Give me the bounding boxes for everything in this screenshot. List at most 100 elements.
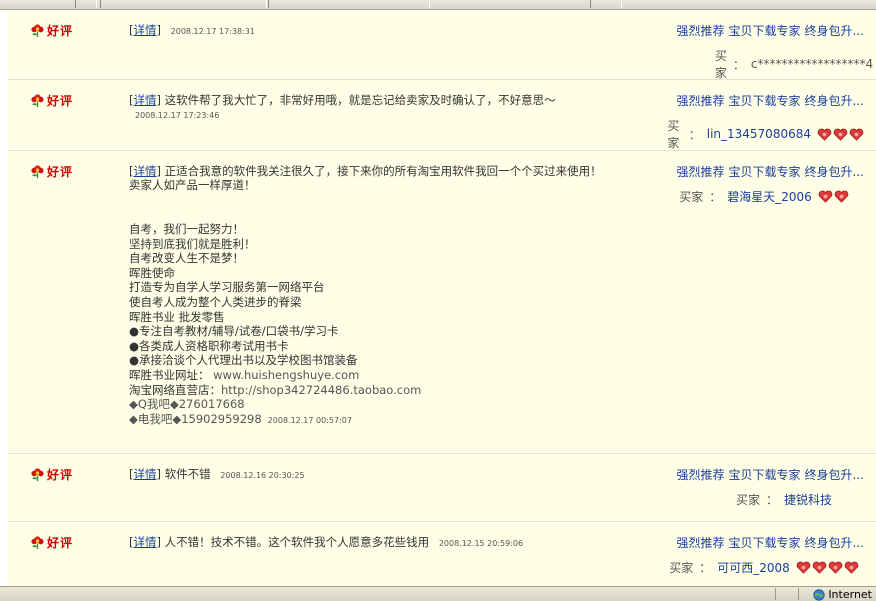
recommend-link[interactable]: 强烈推荐: [677, 94, 725, 108]
buyer-name-link[interactable]: 捷锐科技: [784, 491, 832, 508]
promo-links: 强烈推荐 宝贝下载专家 终身包升...: [664, 163, 864, 180]
detail-link[interactable]: 详情: [134, 93, 157, 107]
signature-line: ●专注自考教材/辅导/试卷/口袋书/学习卡: [129, 324, 339, 339]
signature-line: 使自考人成为整个人类进步的脊梁: [129, 294, 302, 309]
buyer-name-link[interactable]: 可可西_2008: [717, 559, 790, 576]
buyer-name-link[interactable]: lin_13457080684: [707, 127, 811, 141]
buyer-info: 强烈推荐 宝贝下载专家 终身包升... 买家 ： 可可西_2008: [664, 534, 864, 576]
phone-contact: ◆电我吧◆15902959298: [129, 411, 262, 426]
tab[interactable]: [75, 0, 97, 8]
recommend-link[interactable]: 强烈推荐: [677, 536, 725, 550]
download-expert-link[interactable]: 宝贝下载专家: [729, 94, 801, 108]
review-row: 好评 [详情] 软件不错 2008.12.16 20:30:25 强烈推荐 宝贝下…: [8, 454, 876, 522]
review-row: 好评 [详情] 2008.12.17 17:38:31 强烈推荐 宝贝下载专家 终身…: [8, 10, 876, 80]
promo-links: 强烈推荐 宝贝下载专家 终身包升...: [664, 92, 864, 109]
lifetime-upgrade-link[interactable]: 终身包升...: [805, 94, 864, 108]
red-flower-icon: [31, 536, 44, 550]
buyer-info: 强烈推荐 宝贝下载专家 终身包升... 买家 ： lin_13457080684: [664, 92, 864, 151]
review-row: 好评 [详情] 这软件帮了我大忙了，非常好用哦，就是忘记给卖家及时确认了，不好意…: [8, 80, 876, 151]
credit-hearts: [817, 128, 864, 141]
rating-label: 好评: [47, 468, 74, 482]
buyer-info: 强烈推荐 宝贝下载专家 终身包升... 买家 ： 碧海星天_2006: [664, 163, 864, 205]
lifetime-upgrade-link[interactable]: 终身包升...: [805, 468, 864, 482]
buyer-name-link[interactable]: 碧海星天_2006: [727, 188, 812, 205]
heart-icon: [844, 561, 859, 574]
red-flower-icon: [31, 24, 44, 38]
signature-line: 打造专为自学人学习服务第一网络平台: [129, 280, 325, 295]
positive-rating: 好评: [30, 466, 73, 483]
tab[interactable]: [100, 0, 267, 8]
red-flower-icon: [31, 468, 44, 482]
browser-tab-strip: [0, 0, 876, 10]
shop-line: 淘宝网络直营店：http://shop342724486.taobao.com: [129, 383, 605, 398]
download-expert-link[interactable]: 宝贝下载专家: [729, 536, 801, 550]
review-date: 2008.12.17 17:38:31: [170, 27, 255, 36]
status-divider: [798, 588, 799, 600]
signature-line: 坚持到底我们就是胜利！: [129, 236, 256, 251]
promo-links: 强烈推荐 宝贝下载专家 终身包升...: [664, 466, 864, 483]
security-zone: Internet: [813, 588, 872, 601]
buyer-label: 买家: [667, 119, 680, 150]
shop-url: http://shop342724486.taobao.com: [221, 382, 422, 397]
credit-hearts: [796, 561, 859, 574]
buyer-label: 买家: [735, 493, 760, 507]
status-bar: Internet: [0, 586, 876, 601]
buyer-colon: ：: [709, 190, 722, 204]
signature-line: 晖胜书业 批发零售: [129, 309, 225, 324]
review-comment: [详情] 2008.12.17 17:38:31: [129, 23, 255, 37]
buyer-info: 强烈推荐 宝贝下载专家 终身包升... 买家 ： 捷锐科技: [664, 466, 864, 508]
seller-signature: 自考，我们一起努力！ 坚持到底我们就是胜利！ 自考改变人生不是梦！ 晖胜使命 打…: [129, 222, 605, 428]
tab[interactable]: [590, 0, 622, 8]
review-text: 人不错！技术不错。这个软件我个人愿意多花些钱用: [164, 535, 430, 549]
download-expert-link[interactable]: 宝贝下载专家: [729, 165, 801, 179]
buyer-label: 买家: [714, 49, 727, 80]
promo-links: 强烈推荐 宝贝下载专家 终身包升...: [664, 22, 864, 39]
website-label: 晖胜书业网址：: [129, 367, 210, 382]
detail-link[interactable]: 详情: [134, 23, 157, 37]
review-text: 软件不错: [164, 467, 211, 481]
review-comment: [详情] 人不错！技术不错。这个软件我个人愿意多花些钱用 2008.12.15 …: [129, 535, 524, 549]
phone-line: ◆电我吧◆15902959298 2008.12.17 00:57:07: [129, 412, 605, 429]
recommend-link[interactable]: 强烈推荐: [677, 165, 725, 179]
credit-hearts: [818, 190, 849, 203]
buyer-label: 买家: [669, 561, 694, 575]
buyer-colon: ：: [765, 493, 778, 507]
heart-icon: [849, 128, 864, 141]
lifetime-upgrade-link[interactable]: 终身包升...: [805, 536, 864, 550]
positive-rating: 好评: [30, 534, 73, 551]
recommend-link[interactable]: 强烈推荐: [677, 24, 725, 38]
review-text: 这软件帮了我大忙了，非常好用哦，就是忘记给卖家及时确认了，不好意思～: [164, 93, 556, 107]
detail-link[interactable]: 详情: [134, 164, 157, 178]
review-date: 2008.12.15 20:59:06: [438, 539, 524, 548]
review-row: 好评 [详情] 人不错！技术不错。这个软件我个人愿意多花些钱用 2008.12.…: [8, 522, 876, 587]
qq-contact: ◆Q我吧◆276017668: [129, 397, 245, 412]
promo-links: 强烈推荐 宝贝下载专家 终身包升...: [664, 534, 864, 551]
review-comment: [详情] 这软件帮了我大忙了，非常好用哦，就是忘记给卖家及时确认了，不好意思～ …: [129, 93, 556, 120]
signature-line: ●承接洽谈个人代理出书以及学校图书馆装备: [129, 353, 358, 368]
detail-link[interactable]: 详情: [134, 467, 157, 481]
buyer-info: 强烈推荐 宝贝下载专家 终身包升... 买家 ： c****************…: [664, 22, 874, 81]
heart-icon: [834, 190, 849, 203]
lifetime-upgrade-link[interactable]: 终身包升...: [805, 165, 864, 179]
heart-icon: [818, 190, 833, 203]
heart-icon: [796, 561, 811, 574]
review-date: 2008.12.16 20:30:25: [220, 471, 305, 480]
tab[interactable]: [268, 0, 430, 8]
buyer-label: 买家: [679, 190, 704, 204]
status-divider: [775, 588, 776, 600]
zone-label: Internet: [828, 588, 872, 601]
download-expert-link[interactable]: 宝贝下载专家: [729, 24, 801, 38]
heart-icon: [828, 561, 843, 574]
rating-label: 好评: [47, 536, 74, 550]
download-expert-link[interactable]: 宝贝下载专家: [729, 468, 801, 482]
buyer-name: c******************4: [750, 57, 874, 71]
review-row: 好评 [详情] 正适合我意的软件我关注很久了，接下来你的所有淘宝用软件我回一个个…: [8, 151, 876, 454]
recommend-link[interactable]: 强烈推荐: [677, 468, 725, 482]
lifetime-upgrade-link[interactable]: 终身包升...: [805, 24, 864, 38]
buyer-colon: ：: [688, 127, 701, 142]
rating-label: 好评: [47, 165, 74, 179]
detail-link[interactable]: 详情: [134, 535, 157, 549]
heart-icon: [833, 128, 848, 141]
rating-label: 好评: [47, 24, 74, 38]
signature-line: ●各类成人资格职称考试用书卡: [129, 338, 289, 353]
